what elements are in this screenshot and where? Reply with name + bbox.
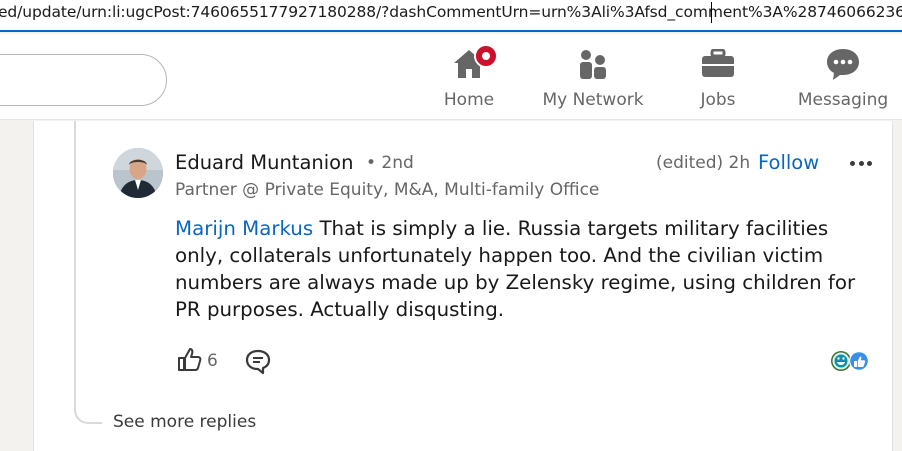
comment-icon xyxy=(245,349,271,375)
reply-button[interactable] xyxy=(245,349,271,379)
notification-badge xyxy=(474,44,498,68)
like-button[interactable] xyxy=(176,346,202,376)
follow-button[interactable]: Follow xyxy=(758,151,819,174)
nav-label-home: Home xyxy=(443,90,495,110)
messaging-icon xyxy=(796,44,890,84)
reaction-summary[interactable] xyxy=(830,349,872,373)
nav-item-messaging[interactable]: Messaging xyxy=(796,44,890,116)
network-icon xyxy=(540,44,646,84)
address-bar[interactable]: ed/update/urn:li:ugcPost:746065517792718… xyxy=(0,0,902,32)
mention-link[interactable]: Marijn Markus xyxy=(175,217,313,240)
more-options-icon[interactable] xyxy=(848,152,874,174)
see-more-replies-link[interactable]: See more replies xyxy=(113,412,256,432)
search-input[interactable] xyxy=(0,54,167,106)
like-icon xyxy=(849,351,869,371)
connection-degree: • 2nd xyxy=(366,153,414,173)
nav-label-messaging: Messaging xyxy=(797,90,889,110)
nav-label-my-network: My Network xyxy=(542,90,644,110)
comment-author-name[interactable]: Eduard Muntanion xyxy=(175,151,353,174)
top-navigation: Home My Network Jobs Messaging xyxy=(0,34,902,120)
thread-line xyxy=(74,121,102,424)
nav-item-home[interactable]: Home xyxy=(440,44,498,116)
like-count[interactable]: 6 xyxy=(207,351,218,371)
author-headline: Partner @ Private Equity, M&A, Multi-fam… xyxy=(175,180,600,200)
comment-timestamp: (edited) 2h xyxy=(656,153,751,173)
nav-item-my-network[interactable]: My Network xyxy=(540,44,646,116)
nav-label-jobs: Jobs xyxy=(700,90,736,110)
url-text[interactable]: ed/update/urn:li:ugcPost:746065517792718… xyxy=(0,3,902,21)
thumbs-up-icon xyxy=(178,348,202,371)
avatar[interactable] xyxy=(113,148,163,198)
briefcase-icon xyxy=(690,44,746,84)
nav-item-jobs[interactable]: Jobs xyxy=(690,44,746,116)
funny-icon xyxy=(831,351,851,371)
comment-body: Marijn Markus That is simply a lie. Russ… xyxy=(175,215,875,323)
text-caret xyxy=(711,2,712,23)
